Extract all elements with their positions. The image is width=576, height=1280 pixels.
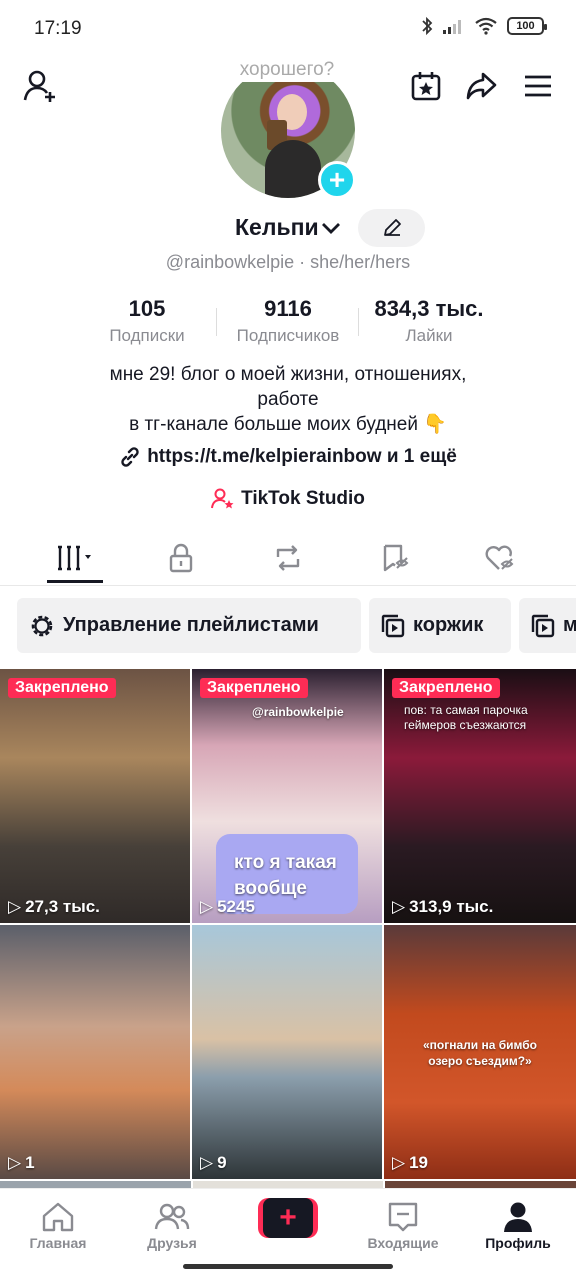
profile-name[interactable]: Кельпи [235,214,319,241]
link-icon [121,447,139,467]
stat-likes[interactable]: 834,3 тыс. Лайки [362,296,496,346]
profile-name-row: Кельпи [0,208,576,248]
video-thumbnail[interactable]: ▷ 9 [192,925,382,1179]
pinned-badge: Закреплено [8,678,116,698]
grid-videos-icon [58,545,91,571]
play-icon: ▷ [392,897,406,916]
chip-playlist-korzhik[interactable]: коржик [369,598,511,653]
calendar-button[interactable] [406,66,446,106]
tab-reposts[interactable] [258,538,318,578]
share-icon [466,72,497,100]
tab-videos[interactable] [48,538,108,578]
lock-icon [169,543,193,573]
gear-icon [31,615,53,636]
profile-tabs [0,530,576,586]
bluetooth-icon [422,16,433,36]
profile-handle: @rainbowkelpie · she/her/hers [165,252,411,272]
share-button[interactable] [461,66,501,106]
inbox-icon [388,1202,418,1232]
status-time: 17:19 [34,18,82,39]
video-thumbnail[interactable]: Закреплено @rainbowkelpie кто я такая во… [192,669,382,923]
creator-star-icon [211,488,234,509]
pinned-badge: Закреплено [200,678,308,698]
tab-liked[interactable] [470,538,530,578]
bookmark-hidden-icon [383,544,409,572]
playlist-icon [531,614,555,637]
active-tab-indicator [47,580,103,583]
tab-private[interactable] [151,538,211,578]
note-bubble[interactable]: хорошего? [220,56,354,82]
tab-favorites[interactable] [365,538,425,578]
nav-inbox[interactable]: Входящие [353,1199,453,1251]
chip-playlist-3[interactable]: м [519,598,576,653]
video-caption: пов: та самая парочка геймеров съезжаютс… [404,703,528,732]
video-thumbnail[interactable]: ▷ 1 [0,925,190,1179]
view-count: 313,9 тыс. [409,897,494,916]
pencil-icon [383,219,401,236]
play-icon: ▷ [8,897,22,916]
calendar-star-icon [411,72,441,101]
playlist-icon [381,614,405,637]
video-caption: «погнали на бимбо озеро съездим?» [422,1038,537,1068]
status-bar: 17:19 100 [0,0,576,60]
stat-followers[interactable]: 9116 Подписчиков [226,296,350,346]
view-count: 19 [409,1153,428,1172]
friends-icon [154,1203,190,1230]
profile-icon [504,1202,532,1232]
play-icon: ▷ [8,1153,22,1172]
tiktok-studio-link[interactable]: TikTok Studio [0,488,576,510]
chevron-down-icon[interactable] [320,220,342,236]
stat-following[interactable]: 105 Подписки [98,296,196,346]
video-thumbnail[interactable]: Закреплено пов: та самая парочка геймеро… [384,669,576,923]
play-icon: ▷ [200,897,214,916]
play-icon: ▷ [200,1153,214,1172]
video-tag: @rainbowkelpie [252,705,344,719]
home-icon [42,1202,74,1232]
create-button[interactable]: + [254,1198,318,1238]
playlist-chips: Управление плейлистами коржик м [17,598,576,653]
heart-hidden-icon [485,545,514,570]
nav-friends[interactable]: Друзья [122,1199,222,1251]
nav-profile[interactable]: Профиль [468,1199,568,1251]
repost-icon [276,545,300,571]
nav-home[interactable]: Главная [8,1199,108,1251]
view-count: 5245 [217,897,255,916]
signal-icon [443,20,461,34]
plus-icon: + [263,1198,313,1238]
video-grid: Закреплено ▷ 27,3 тыс. Закреплено @rainbo… [0,669,576,1179]
profile-bio: мне 29! блог о моей жизни, отношениях, р… [109,364,467,435]
add-story-button[interactable]: + [318,161,356,199]
pinned-badge: Закреплено [392,678,500,698]
view-count: 27,3 тыс. [25,897,100,916]
add-friend-button[interactable] [20,66,60,106]
chip-manage-playlists[interactable]: Управление плейлистами [17,598,361,653]
view-count: 9 [217,1153,227,1172]
view-count: 1 [25,1153,35,1172]
profile-stats: 105 Подписки 9116 Подписчиков 834,3 тыс.… [0,296,576,350]
wifi-icon [475,17,497,35]
hamburger-menu-icon [525,75,551,97]
home-indicator [183,1264,393,1269]
video-thumbnail[interactable]: Закреплено ▷ 27,3 тыс. [0,669,190,923]
edit-profile-button[interactable] [358,209,425,247]
add-user-icon [23,70,55,102]
video-thumbnail[interactable]: «погнали на бимбо озеро съездим?» ▷ 19 [384,925,576,1179]
battery-indicator: 100 [507,17,547,35]
menu-button[interactable] [518,66,558,106]
profile-link[interactable]: https://t.me/kelpierainbow и 1 ещё [0,446,576,468]
play-icon: ▷ [392,1153,406,1172]
